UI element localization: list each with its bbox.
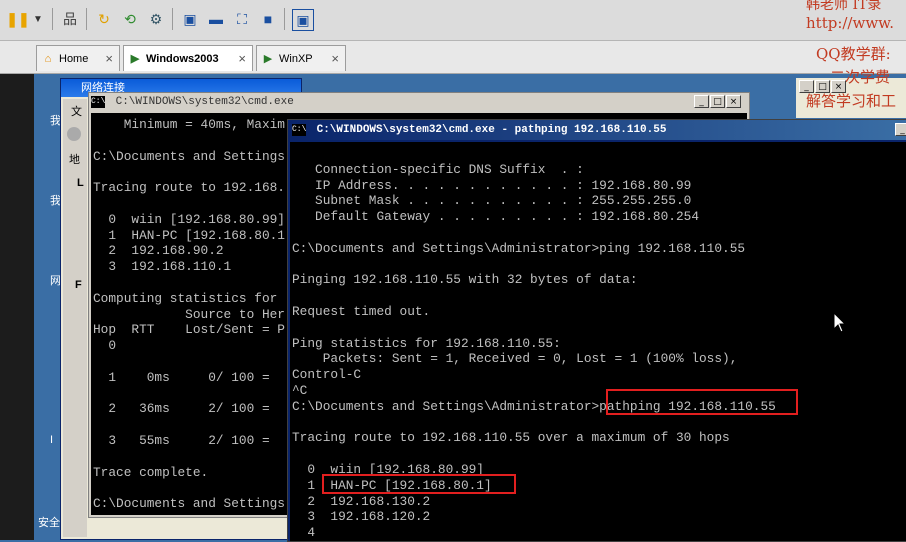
qq-group-label: QQ教学群: (816, 45, 891, 63)
back-icon[interactable] (67, 127, 81, 141)
mouse-cursor-icon (833, 312, 847, 333)
minimize-button[interactable]: _ (895, 123, 906, 136)
view-icon[interactable]: ▣ (292, 9, 314, 31)
maximize-button[interactable]: □ (815, 80, 830, 93)
desktop-icon-label[interactable]: 安全 (38, 514, 60, 530)
toolbar-divider (86, 8, 87, 30)
manage-snapshots-icon[interactable]: ⚙ (146, 9, 166, 29)
highlight-pathping-command (606, 389, 798, 415)
address-label: 地 (69, 154, 80, 166)
window-controls: _ □ × (693, 95, 741, 108)
pane-label: L (77, 177, 84, 189)
tab-home[interactable]: ⌂ Home × (36, 45, 120, 71)
revert-icon[interactable]: ⟲ (120, 9, 140, 29)
watermark-url: http://www. (806, 14, 894, 32)
minimize-button[interactable]: _ (694, 95, 709, 108)
host-left-margin (0, 74, 34, 540)
vm-tab-bar: ⌂ Home × ▶ Windows2003 × ▶ WinXP × QQ教学群… (0, 41, 906, 74)
console-line: Trace complete. (93, 464, 209, 480)
window-titlebar[interactable]: C:\ C:\WINDOWS\system32\cmd.exe (89, 93, 749, 111)
close-button[interactable]: × (831, 80, 846, 93)
console-line: Packets: Sent = 1, Received = 0, Lost = … (292, 351, 738, 367)
maximize-button[interactable]: □ (710, 95, 725, 108)
console-line: 2 36ms 2/ 100 = (93, 401, 270, 417)
console-line: Ping statistics for 192.168.110.55: (292, 335, 561, 351)
pane-label: F (75, 279, 82, 291)
window-controls: _ (894, 123, 906, 136)
console-line: 2 192.168.90.2 (93, 243, 224, 259)
console-line: 0 (93, 338, 117, 354)
console-line: Request timed out. (292, 304, 431, 319)
background-window-controls: _ □ × (798, 80, 846, 93)
toolbar-divider (52, 8, 53, 30)
console-line: 3 55ms 2/ 100 = (93, 433, 270, 448)
console-line: Tracing route to 192.168.110.55 over a m… (292, 430, 730, 446)
console-line: C:\Documents and Settings (93, 496, 285, 512)
close-button[interactable]: × (726, 95, 741, 108)
console-line: Subnet Mask . . . . . . . . . . . : 255.… (292, 193, 692, 209)
network-icon[interactable]: 品 (60, 9, 80, 29)
console-line: Computing statistics for (93, 290, 278, 306)
console-line: IP Address. . . . . . . . . . . . : 192.… (292, 177, 692, 193)
tab-label: Windows2003 (146, 52, 219, 65)
tab-windows2003[interactable]: ▶ Windows2003 × (123, 45, 253, 71)
minimize-button[interactable]: _ (799, 80, 814, 93)
console-line: 2 192.168.130.2 (292, 493, 431, 509)
close-icon[interactable]: × (238, 51, 246, 66)
menu-file-label[interactable]: 文 (71, 103, 82, 119)
console-line: Source to Her (93, 306, 285, 322)
snapshot-icon[interactable]: ↻ (94, 9, 114, 29)
window-title: C:\WINDOWS\system32\cmd.exe - pathping 1… (316, 124, 667, 136)
console-view-icon[interactable]: ▣ (180, 9, 200, 29)
vm-icon: ▶ (130, 53, 140, 65)
vm-icon: ▶ (263, 53, 273, 65)
console-line: 4 (292, 525, 316, 541)
toolbar-divider (172, 8, 173, 30)
pause-icon[interactable]: ❚❚ (6, 9, 29, 29)
console-line: C:\Documents and Settings\Administrator>… (292, 240, 746, 256)
cmd-icon: C:\ (91, 96, 106, 108)
console-line: Control-C (292, 367, 362, 383)
window-titlebar[interactable]: C:\ C:\WINDOWS\system32\cmd.exe - pathpi… (288, 120, 906, 140)
host-toolbar: ❚❚ ▼ 品 ↻ ⟲ ⚙ ▣ ▬ ⛶ ■ ▣ 韩老师 IT录 http://ww… (0, 0, 906, 41)
toolbar-divider (284, 8, 285, 30)
console-line: Connection-specific DNS Suffix . : (292, 161, 584, 177)
watermark-text: 解答学习和工 (806, 92, 897, 110)
window-title: C:\WINDOWS\system32\cmd.exe (115, 96, 294, 108)
console-line: Tracing route to 192.168. (93, 180, 285, 196)
desktop-icon-label[interactable]: I (50, 434, 53, 446)
console-line: 1 HAN-PC [192.168.80.1 (93, 227, 285, 243)
close-icon[interactable]: × (105, 51, 113, 66)
explorer-sidebar: 文 地 L F (63, 99, 87, 537)
dropdown-icon[interactable]: ▼ (28, 9, 48, 29)
console-line: Default Gateway . . . . . . . . . : 192.… (292, 209, 700, 225)
quick-switch-icon[interactable]: ▬ (206, 9, 226, 29)
console-line: Hop RTT Lost/Sent = P (93, 322, 285, 338)
console-line: 0 wiin [192.168.80.99] (93, 211, 285, 227)
home-icon: ⌂ (44, 52, 52, 65)
console-line: Pinging 192.168.110.55 with 32 bytes of … (292, 272, 638, 288)
console-line: ^C (292, 383, 308, 398)
tab-label: WinXP (279, 52, 313, 65)
console-line: 3 192.168.120.2 (292, 509, 431, 525)
cmd-icon: C:\ (292, 124, 307, 136)
console-line: Minimum = 40ms, Maxim (93, 117, 285, 132)
console-line: C:\Documents and Settings (93, 148, 285, 164)
close-icon[interactable]: × (331, 51, 339, 66)
tab-label: Home (59, 52, 89, 65)
tab-winxp[interactable]: ▶ WinXP × (256, 45, 346, 71)
console-line: 3 192.168.110.1 (93, 259, 232, 275)
watermark-title: 韩老师 IT录 (806, 0, 882, 13)
console-line: 1 0ms 0/ 100 = (93, 369, 270, 385)
fullscreen-icon[interactable]: ⛶ (232, 9, 252, 29)
highlight-hop-1 (322, 474, 516, 494)
unity-icon[interactable]: ■ (258, 9, 278, 29)
